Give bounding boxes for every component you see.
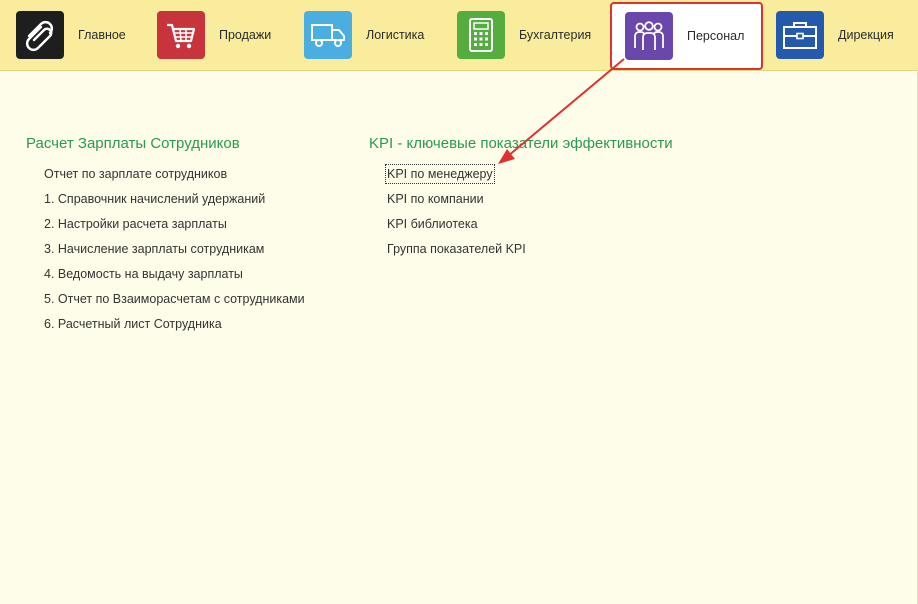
command-link[interactable]: Группа показателей KPI: [387, 241, 526, 257]
section-label: Продажи: [219, 28, 272, 42]
section-label: Персонал: [687, 29, 745, 43]
briefcase-icon: [776, 11, 824, 59]
paperclip-icon: [16, 11, 64, 59]
command-link[interactable]: Отчет по зарплате сотрудников: [44, 166, 227, 182]
shopping-cart-icon: [157, 11, 205, 59]
section-main[interactable]: Главное: [16, 0, 126, 70]
people-icon: [625, 12, 673, 60]
command-link[interactable]: KPI библиотека: [387, 216, 478, 232]
section-label: Дирекция: [838, 28, 894, 42]
group-title-kpi: KPI - ключевые показатели эффективности: [369, 135, 673, 152]
command-link[interactable]: 6. Расчетный лист Сотрудника: [44, 316, 222, 332]
section-label: Главное: [78, 28, 126, 42]
command-link[interactable]: 4. Ведомость на выдачу зарплаты: [44, 266, 243, 282]
section-personnel[interactable]: Персонал: [610, 2, 763, 70]
section-sales[interactable]: Продажи: [157, 0, 271, 70]
command-link[interactable]: 3. Начисление зарплаты сотрудникам: [44, 241, 264, 257]
command-link-kpi-manager[interactable]: KPI по менеджеру: [385, 164, 495, 184]
command-link[interactable]: 5. Отчет по Взаиморасчетам с сотрудникам…: [44, 291, 305, 307]
section-label: Бухгалтерия: [519, 28, 592, 42]
command-link[interactable]: 1. Справочник начислений удержаний: [44, 191, 265, 207]
command-link[interactable]: 2. Настройки расчета зарплаты: [44, 216, 227, 232]
section-direction[interactable]: Дирекция: [776, 0, 894, 70]
section-panel: Главное Продажи Логистика Бухгалтерия Пе…: [0, 0, 918, 71]
section-label: Логистика: [366, 28, 425, 42]
section-logistics[interactable]: Логистика: [304, 0, 424, 70]
command-link[interactable]: KPI по компании: [387, 191, 484, 207]
calculator-icon: [457, 11, 505, 59]
group-title-salary: Расчет Зарплаты Сотрудников: [26, 135, 240, 152]
truck-icon: [304, 11, 352, 59]
section-accounting[interactable]: Бухгалтерия: [457, 0, 591, 70]
